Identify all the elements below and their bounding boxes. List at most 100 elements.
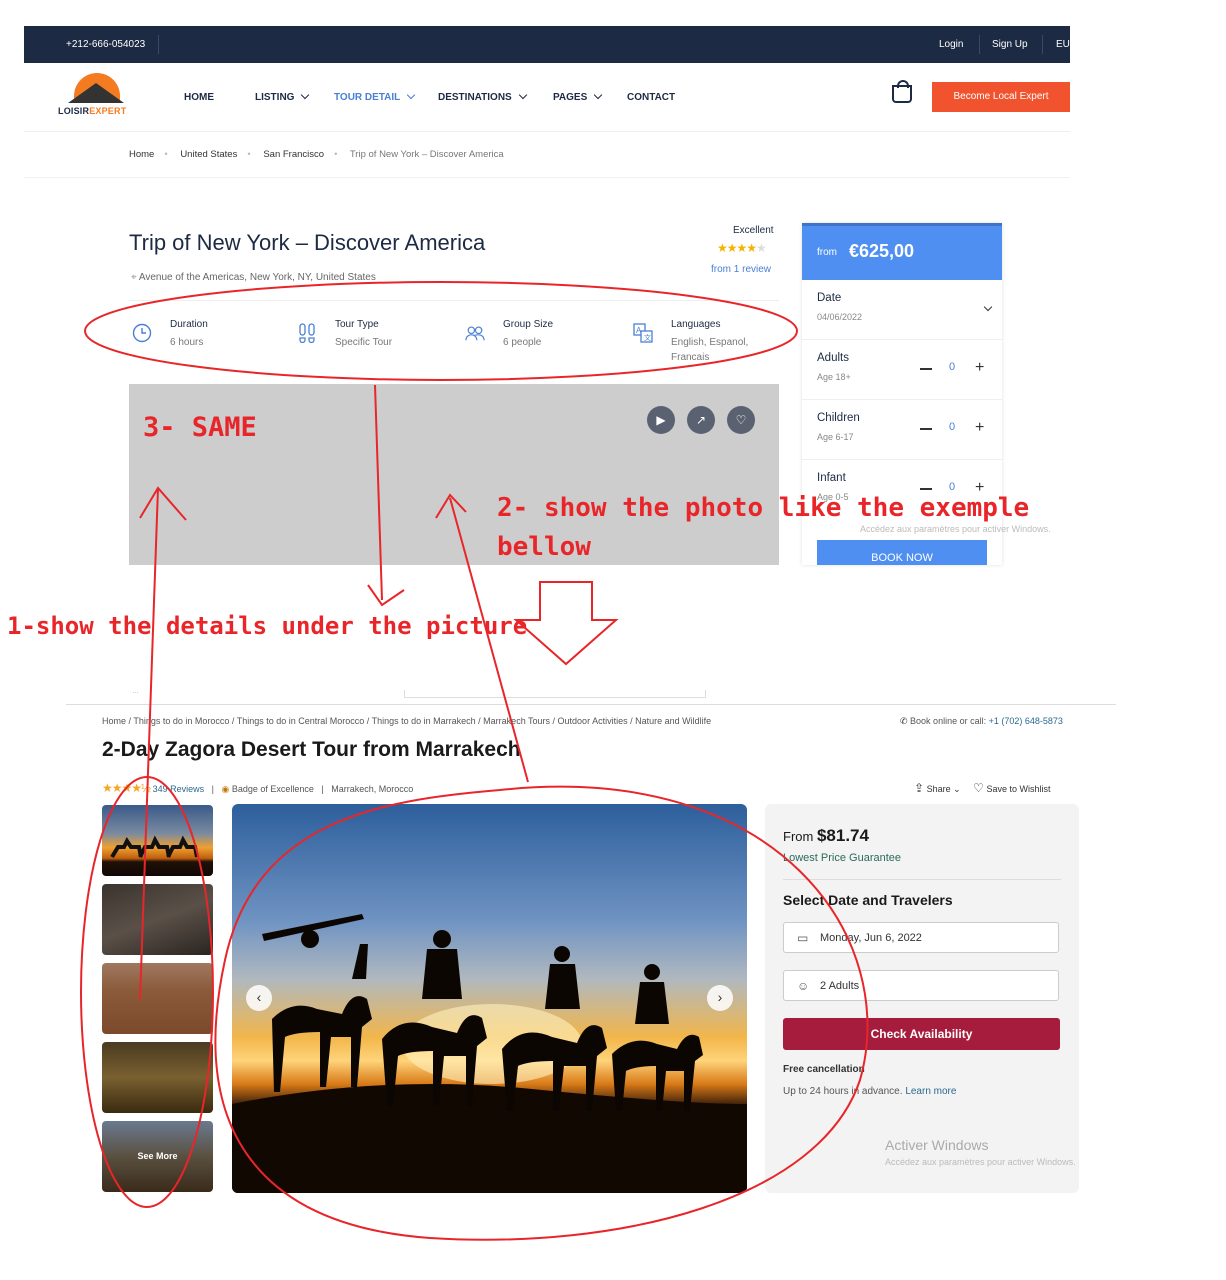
adults-label: Adults [817, 352, 849, 364]
feature-value: 6 people [503, 337, 542, 348]
price-from-label: from [817, 247, 837, 258]
become-local-expert-button[interactable]: Become Local Expert [932, 82, 1070, 112]
adults-row: Adults Age 18+ 0 + [802, 340, 1002, 400]
date-selector[interactable]: Date 04/06/2022 [802, 280, 1002, 340]
example-breadcrumb[interactable]: Home / Things to do in Morocco / Things … [102, 716, 711, 726]
currency-selector[interactable]: EU [1056, 39, 1070, 50]
check-availability-button[interactable]: Check Availability [783, 1018, 1060, 1050]
breadcrumb: Home • United States • San Francisco • Trip… [129, 149, 504, 160]
date-value: 04/06/2022 [817, 312, 863, 322]
phone-number[interactable]: +212-666-054023 [66, 39, 145, 50]
thumbnail-desert-camp[interactable] [102, 1042, 213, 1113]
nav-contact[interactable]: CONTACT [627, 92, 675, 103]
minus-icon[interactable] [920, 368, 932, 370]
plus-icon[interactable]: + [975, 360, 984, 376]
thumbnail-camels-sunset[interactable] [102, 805, 213, 876]
nav-pages[interactable]: PAGES [553, 90, 603, 103]
heart-icon: ♡ [973, 781, 984, 795]
feature-value: Specific Tour [335, 337, 393, 348]
tour-title: Trip of New York – Discover America [129, 230, 486, 255]
date-field[interactable]: ▭ Monday, Jun 6, 2022 [783, 922, 1059, 953]
svg-text:A: A [636, 326, 642, 335]
thumbnail-ait-ben-haddou[interactable] [102, 963, 213, 1034]
wishlist-button[interactable]: ♡ Save to Wishlist [973, 781, 1050, 795]
phone-number-link[interactable]: +1 (702) 648-5873 [989, 716, 1063, 726]
feature-label: Languages [671, 319, 721, 330]
breadcrumb-country[interactable]: United States [180, 149, 237, 160]
prev-photo-button[interactable]: ‹ [246, 985, 272, 1011]
windows-watermark: Accédez aux paramètres pour activer Wind… [860, 524, 1051, 534]
camel-caravan-silhouette [232, 914, 747, 1193]
footprints-icon [299, 323, 315, 343]
thumbnail-see-more[interactable]: See More [102, 1121, 213, 1192]
travelers-field[interactable]: ☺ 2 Adults [783, 970, 1059, 1001]
learn-more-link[interactable]: Learn more [905, 1086, 956, 1097]
logo-text: LOISIREXPERT [58, 106, 127, 116]
date-label: Date [817, 292, 842, 304]
children-age: Age 6-17 [817, 432, 854, 442]
divider [979, 35, 980, 54]
people-icon [465, 326, 485, 341]
calendar-icon: ▭ [797, 931, 809, 945]
main-photo-camels-sunset[interactable]: ‹ › [232, 804, 747, 1193]
arrowhead [367, 584, 405, 607]
feature-label: Group Size [503, 319, 554, 330]
book-now-button[interactable]: BOOK NOW [817, 540, 987, 565]
login-link[interactable]: Login [939, 39, 963, 50]
cancellation-note: Up to 24 hours in advance. Learn more [783, 1086, 957, 1097]
minus-icon[interactable] [920, 488, 932, 490]
chevron-down-icon [518, 90, 527, 100]
plus-icon[interactable]: + [975, 420, 984, 436]
example-meta: ★★★★½ 349 Reviews | ◉ Badge of Excellenc… [102, 781, 414, 795]
badge-label: Badge of Excellence [231, 784, 314, 794]
lowest-price-guarantee-link[interactable]: Lowest Price Guarantee [783, 852, 901, 864]
chevron-down-icon [594, 90, 603, 100]
cart-icon[interactable] [892, 80, 912, 103]
divider [24, 177, 1070, 178]
heart-icon[interactable]: ♡ [727, 406, 755, 434]
breadcrumb-current: Trip of New York – Discover America [349, 149, 504, 160]
svg-text:文: 文 [644, 333, 651, 342]
thumbnail-kasbah-dark[interactable] [102, 884, 213, 955]
review-count-link[interactable]: from 1 review [711, 264, 771, 275]
windows-watermark-title: Activer Windows [885, 1137, 989, 1153]
rating-stars: ★★★★★ [717, 241, 767, 255]
share-icon: ⇪ [914, 781, 925, 795]
select-date-travelers-heading: Select Date and Travelers [783, 892, 953, 908]
main-nav: LOISIREXPERT HOME LISTING TOUR DETAIL DE… [24, 63, 1070, 132]
video-play-icon[interactable]: ▶ [647, 406, 675, 434]
site-logo[interactable]: LOISIREXPERT [58, 73, 138, 119]
logo-mountain [68, 83, 124, 103]
nav-tour-detail[interactable]: TOUR DETAIL [334, 90, 416, 103]
cropped-text: … [132, 688, 139, 695]
nav-home[interactable]: HOME [184, 92, 214, 103]
nav-listing[interactable]: LISTING [255, 90, 310, 103]
feature-label: Duration [170, 319, 208, 330]
divider [783, 879, 1061, 880]
clock-icon [132, 323, 152, 343]
breadcrumb-city[interactable]: San Francisco [263, 149, 324, 160]
example-title: 2-Day Zagora Desert Tour from Marrakech [102, 738, 521, 761]
share-wishlist: ⇪ Share ⌄ ♡ Save to Wishlist [914, 781, 1050, 795]
camel-silhouette-icon [110, 835, 199, 859]
breadcrumb-home[interactable]: Home [129, 149, 154, 160]
annotation-1: 1-show the details under the picture [7, 612, 528, 640]
share-button[interactable]: ⇪ Share ⌄ [914, 781, 961, 795]
price-value: €625,00 [849, 241, 915, 261]
share-icon[interactable]: ↗ [687, 406, 715, 434]
signup-link[interactable]: Sign Up [992, 39, 1028, 50]
feature-label: Tour Type [335, 319, 379, 330]
see-more-label: See More [137, 1151, 178, 1161]
annotation-3: 3- SAME [143, 412, 257, 443]
person-icon: ☺ [797, 979, 810, 993]
divider [66, 704, 1116, 705]
next-photo-button[interactable]: › [707, 985, 733, 1011]
reviews-link[interactable]: 349 Reviews [153, 784, 205, 794]
phone-icon: ✆ [900, 716, 911, 726]
rating-label: Excellent [733, 225, 774, 236]
big-down-arrow [513, 581, 619, 666]
minus-icon[interactable] [920, 428, 932, 430]
feature-value: English, Espanol, Francais [671, 337, 749, 363]
free-cancellation-label: Free cancellation [783, 1064, 865, 1075]
nav-destinations[interactable]: DESTINATIONS [438, 90, 527, 103]
